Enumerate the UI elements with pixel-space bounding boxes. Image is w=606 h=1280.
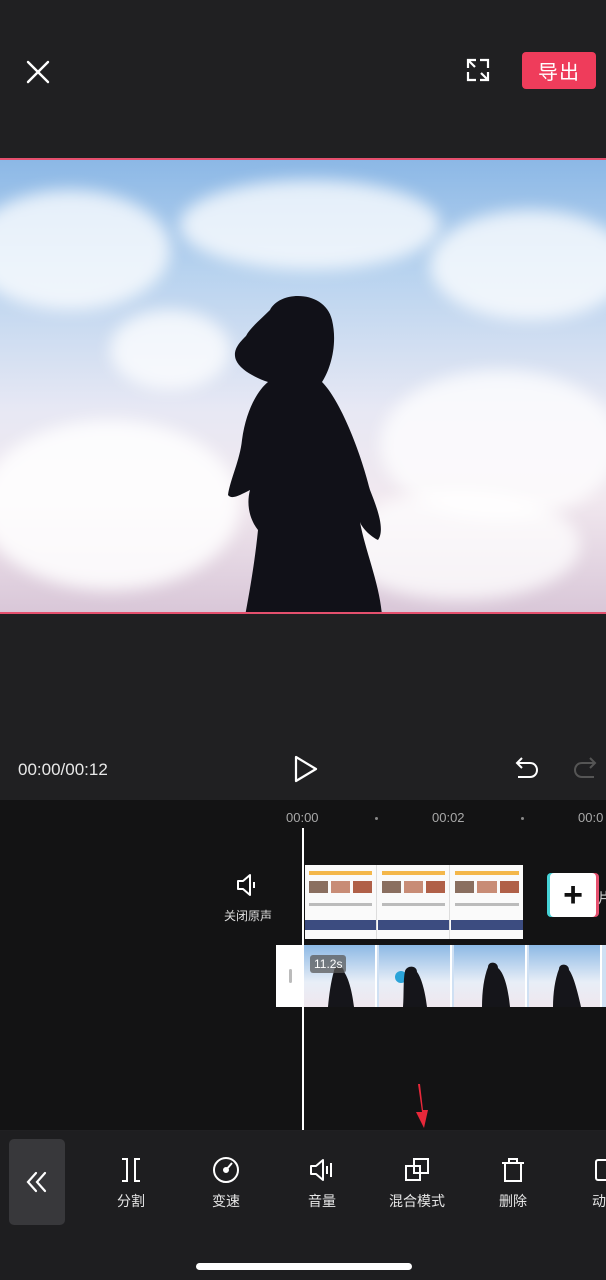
close-icon xyxy=(26,60,50,84)
main-clip-frame xyxy=(379,945,452,1007)
close-button[interactable] xyxy=(18,52,58,92)
speaker-icon xyxy=(237,874,255,896)
home-indicator[interactable] xyxy=(196,1263,412,1270)
tool-volume[interactable]: 音量 xyxy=(282,1155,362,1211)
time-display: 00:00/00:12 xyxy=(18,760,108,779)
main-video-clip[interactable] xyxy=(304,945,606,1007)
delete-icon xyxy=(502,1158,524,1182)
main-clip-frame xyxy=(454,945,527,1007)
mute-original-audio-toggle[interactable]: 关闭原声 xyxy=(222,870,274,924)
clip-duration-badge: 11.2s xyxy=(310,955,347,973)
annotation-arrow-icon xyxy=(416,1084,428,1128)
play-button[interactable] xyxy=(288,752,322,786)
export-button[interactable]: 导出 xyxy=(522,52,596,89)
overlay-clip-frame xyxy=(451,865,523,939)
play-icon xyxy=(294,755,318,783)
tool-speed[interactable]: 变速 xyxy=(186,1155,266,1211)
main-clip-frame xyxy=(529,945,602,1007)
ruler-time-label: 00:02 xyxy=(432,810,465,825)
ruler-dot xyxy=(521,817,524,820)
collapse-toolbar-button[interactable] xyxy=(9,1139,65,1225)
fullscreen-button[interactable] xyxy=(460,52,496,88)
add-clip-button[interactable]: + xyxy=(550,873,596,917)
fullscreen-icon xyxy=(466,58,490,82)
redo-button[interactable] xyxy=(570,753,602,785)
tool-delete[interactable]: 删除 xyxy=(473,1155,553,1211)
ruler-time-label: 00:0 xyxy=(578,810,604,825)
add-clip-side-text: 片 xyxy=(598,890,606,906)
tool-label: 动 xyxy=(592,1193,606,1209)
speed-icon xyxy=(213,1157,239,1183)
blend-mode-icon xyxy=(405,1158,429,1181)
silhouette-figure xyxy=(228,296,382,612)
overlay-clip-frame xyxy=(378,865,450,939)
undo-button[interactable] xyxy=(510,753,542,785)
overlay-clip[interactable] xyxy=(305,865,523,939)
mute-original-audio-label: 关闭原声 xyxy=(223,909,272,923)
video-preview[interactable] xyxy=(0,158,606,614)
split-icon xyxy=(122,1158,140,1182)
ruler-time-label: 00:00 xyxy=(286,810,319,825)
tool-animation[interactable]: 动 xyxy=(572,1155,606,1211)
tool-label: 分割 xyxy=(117,1193,145,1209)
trim-handle[interactable] xyxy=(289,969,292,983)
tool-label: 音量 xyxy=(308,1193,336,1209)
tool-split[interactable]: 分割 xyxy=(91,1155,171,1211)
double-chevron-left-icon xyxy=(26,1171,47,1193)
tool-label: 混合模式 xyxy=(389,1193,445,1209)
overlay-clip-frame xyxy=(305,865,377,939)
redo-icon xyxy=(573,757,597,778)
bottom-toolbar: 分割 变速 音量 混合模式 删除 动 xyxy=(0,1131,606,1280)
tool-blend-mode[interactable]: 混合模式 xyxy=(377,1155,457,1211)
tool-label: 变速 xyxy=(212,1193,240,1209)
volume-icon xyxy=(310,1159,332,1181)
playhead[interactable] xyxy=(302,828,304,1130)
ruler-dot xyxy=(375,817,378,820)
tool-label: 删除 xyxy=(499,1193,527,1209)
animation-icon xyxy=(595,1159,606,1181)
plus-icon: + xyxy=(563,875,583,914)
undo-icon xyxy=(515,757,539,778)
